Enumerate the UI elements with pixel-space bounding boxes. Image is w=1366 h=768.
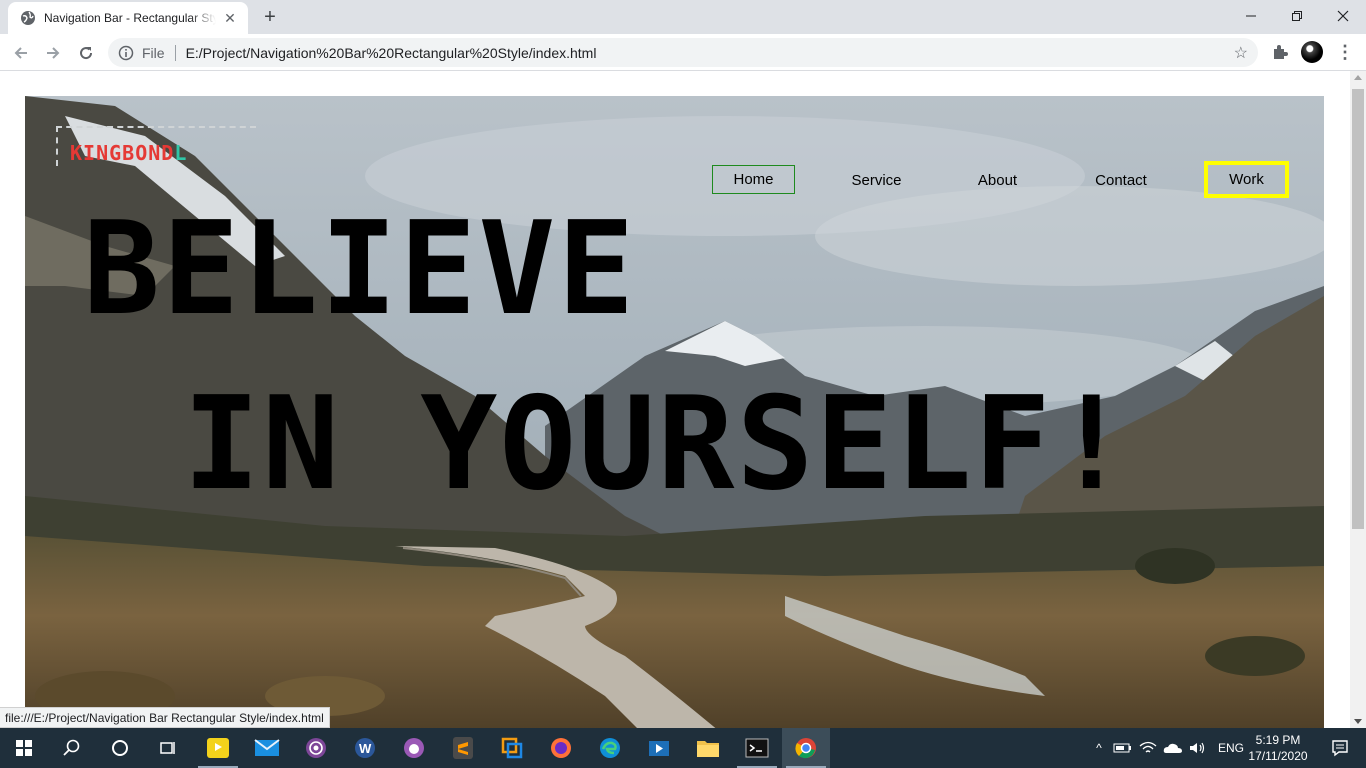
battery-icon[interactable] bbox=[1112, 740, 1134, 756]
edge-app[interactable] bbox=[586, 728, 634, 768]
terminal-icon bbox=[745, 738, 769, 758]
onedrive-icon[interactable] bbox=[1162, 740, 1184, 756]
task-view-icon bbox=[160, 742, 175, 754]
status-bar-url: file:///E:/Project/Navigation Bar Rectan… bbox=[0, 707, 330, 728]
language-indicator[interactable]: ENG bbox=[1218, 741, 1244, 755]
arrow-left-icon bbox=[14, 47, 27, 59]
info-icon[interactable] bbox=[118, 45, 134, 61]
minimize-icon bbox=[1246, 15, 1256, 17]
forward-button[interactable] bbox=[40, 40, 66, 66]
nav-item-contact[interactable]: Contact bbox=[1080, 165, 1162, 195]
close-icon bbox=[1337, 10, 1349, 22]
search-button[interactable] bbox=[48, 728, 96, 768]
vertical-scrollbar[interactable] bbox=[1350, 71, 1366, 728]
windows-taskbar: W ^ ENG 5:19 PM 17/11/2020 bbox=[0, 728, 1366, 768]
tab-strip: Navigation Bar - Rectangular Style ✕ + bbox=[0, 0, 1366, 34]
tab-title: Navigation Bar - Rectangular Style bbox=[44, 11, 216, 25]
chrome-app[interactable] bbox=[782, 728, 830, 768]
mail-app[interactable] bbox=[243, 728, 291, 768]
notification-icon bbox=[1332, 740, 1348, 757]
close-window-button[interactable] bbox=[1320, 0, 1366, 32]
browser-toolbar: File E:/Project/Navigation%20Bar%20Recta… bbox=[0, 34, 1366, 71]
player-icon bbox=[207, 738, 229, 758]
word-app[interactable]: W bbox=[341, 728, 389, 768]
profile-avatar[interactable] bbox=[1301, 41, 1323, 63]
nav-item-about[interactable]: About bbox=[955, 165, 1040, 195]
clock-date: 17/11/2020 bbox=[1248, 749, 1308, 763]
sublime-icon bbox=[453, 737, 473, 759]
arrow-right-icon bbox=[47, 47, 60, 59]
new-tab-button[interactable]: + bbox=[258, 6, 282, 30]
windows-logo-icon bbox=[16, 740, 32, 756]
word-icon: W bbox=[355, 738, 375, 758]
clock[interactable]: 5:19 PM 17/11/2020 bbox=[1246, 732, 1310, 764]
firefox-app[interactable] bbox=[537, 728, 585, 768]
chevron-up-icon[interactable]: ^ bbox=[1090, 741, 1108, 755]
terminal-app[interactable] bbox=[733, 728, 781, 768]
scroll-up-icon[interactable] bbox=[1354, 75, 1362, 80]
mail-icon bbox=[254, 739, 280, 756]
volume-icon[interactable] bbox=[1188, 740, 1208, 756]
reload-button[interactable] bbox=[73, 40, 99, 66]
hero-section: KINGBONDL Home Service About Contact Wor… bbox=[25, 96, 1324, 728]
vmware-icon bbox=[501, 737, 523, 759]
bookmark-star-icon[interactable]: ☆ bbox=[1234, 43, 1248, 63]
search-icon bbox=[63, 739, 80, 756]
url-scheme: File bbox=[142, 44, 165, 61]
globe-icon bbox=[21, 11, 35, 25]
reload-icon bbox=[80, 47, 93, 60]
headline-line-1: BELIEVE bbox=[83, 195, 637, 344]
clock-time: 5:19 PM bbox=[1255, 733, 1301, 747]
scroll-down-icon[interactable] bbox=[1354, 719, 1362, 724]
menu-icon[interactable]: ⋮ bbox=[1336, 40, 1354, 64]
github-icon bbox=[404, 738, 424, 758]
github-app[interactable] bbox=[390, 728, 438, 768]
headline-line-2: IN YOURSELF! bbox=[183, 370, 1132, 519]
player-app[interactable] bbox=[194, 728, 242, 768]
edge-icon bbox=[600, 738, 620, 758]
nav-item-service[interactable]: Service bbox=[830, 165, 923, 195]
cortana-icon bbox=[112, 740, 128, 756]
scrollbar-thumb[interactable] bbox=[1352, 89, 1364, 529]
task-view-button[interactable] bbox=[144, 728, 192, 768]
vmware-app[interactable] bbox=[488, 728, 536, 768]
file-explorer-app[interactable] bbox=[684, 728, 732, 768]
address-bar[interactable]: File E:/Project/Navigation%20Bar%20Recta… bbox=[108, 38, 1258, 67]
url-text[interactable]: E:/Project/Navigation%20Bar%20Rectangula… bbox=[186, 45, 597, 61]
page-viewport: KINGBONDL Home Service About Contact Wor… bbox=[0, 71, 1350, 728]
media-icon bbox=[649, 741, 669, 756]
system-tray: ^ ENG bbox=[1090, 728, 1244, 768]
chrome-icon bbox=[795, 738, 816, 759]
start-button[interactable] bbox=[0, 728, 48, 768]
main-navigation: Home Service About Contact Work bbox=[25, 161, 1324, 198]
notifications-button[interactable] bbox=[1316, 728, 1364, 768]
divider bbox=[174, 44, 176, 61]
restore-icon bbox=[1292, 11, 1302, 21]
cortana-button[interactable] bbox=[96, 728, 144, 768]
extensions-icon[interactable] bbox=[1270, 42, 1290, 62]
minimize-button[interactable] bbox=[1228, 0, 1274, 32]
wifi-icon[interactable] bbox=[1138, 740, 1158, 756]
folder-icon bbox=[697, 741, 719, 757]
svg-text:W: W bbox=[359, 741, 372, 756]
firefox-icon bbox=[551, 738, 571, 758]
tor-app[interactable] bbox=[292, 728, 340, 768]
sublime-app[interactable] bbox=[439, 728, 487, 768]
nav-item-work[interactable]: Work bbox=[1204, 161, 1289, 198]
browser-tab[interactable]: Navigation Bar - Rectangular Style ✕ bbox=[8, 2, 248, 34]
restore-button[interactable] bbox=[1274, 0, 1320, 32]
tor-icon bbox=[306, 738, 326, 758]
media-app[interactable] bbox=[635, 728, 683, 768]
tab-close-icon[interactable]: ✕ bbox=[222, 10, 238, 26]
back-button[interactable] bbox=[8, 40, 34, 66]
nav-item-home[interactable]: Home bbox=[712, 165, 795, 194]
